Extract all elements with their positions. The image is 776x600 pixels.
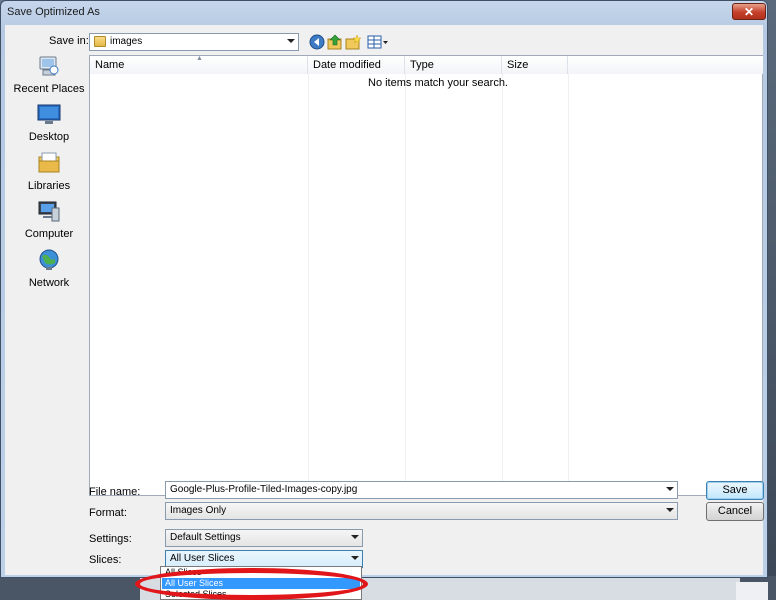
save-dialog: Save Optimized As ✕ Save in: images Rece…	[0, 0, 768, 578]
up-folder-icon[interactable]	[327, 34, 343, 50]
chevron-down-icon	[351, 556, 359, 560]
place-label: Computer	[24, 228, 74, 240]
computer-icon	[38, 201, 60, 222]
file-name-input[interactable]: Google-Plus-Profile-Tiled-Images-copy.jp…	[165, 481, 678, 499]
empty-message: No items match your search.	[368, 77, 508, 89]
chevron-down-icon	[666, 487, 674, 491]
place-label: Libraries	[27, 180, 71, 192]
column-divider	[568, 74, 569, 495]
slices-value: All User Slices	[170, 553, 235, 564]
view-menu-icon[interactable]	[367, 34, 389, 50]
file-list[interactable]: Name ▲ Date modified Type Size No items …	[89, 55, 763, 496]
file-name-label: File name:	[89, 486, 141, 498]
place-label: Desktop	[28, 131, 70, 143]
column-name-label: Name	[95, 59, 125, 71]
column-header-filler	[568, 56, 763, 74]
cancel-button[interactable]: Cancel	[706, 502, 764, 521]
folder-icon	[94, 36, 106, 47]
format-label: Format:	[89, 507, 127, 519]
place-network[interactable]: Network	[9, 249, 89, 295]
column-header-date-modified[interactable]: Date modified	[308, 56, 405, 74]
network-icon	[39, 249, 59, 270]
settings-value: Default Settings	[170, 532, 241, 543]
column-header-type[interactable]: Type	[405, 56, 502, 74]
column-divider	[502, 74, 503, 495]
save-button[interactable]: Save	[706, 481, 764, 500]
column-header-name[interactable]: Name ▲	[90, 55, 308, 74]
column-header-size[interactable]: Size	[502, 56, 568, 74]
title-bar[interactable]: Save Optimized As ✕	[1, 1, 767, 25]
place-label: Recent Places	[13, 83, 85, 95]
places-bar: Recent Places Desktop Libraries Computer…	[9, 55, 89, 575]
dialog-client-area: Save in: images Recent Places Desktop Li…	[5, 25, 764, 575]
chevron-down-icon	[351, 535, 359, 539]
file-name-value: Google-Plus-Profile-Tiled-Images-copy.jp…	[170, 484, 358, 495]
save-in-label: Save in:	[49, 35, 89, 47]
slices-label: Slices:	[89, 554, 122, 566]
close-button[interactable]: ✕	[732, 3, 766, 20]
place-label: Network	[28, 277, 70, 289]
chevron-down-icon	[666, 508, 674, 512]
dialog-title: Save Optimized As	[7, 6, 100, 18]
place-computer[interactable]: Computer	[9, 200, 89, 246]
back-icon[interactable]	[309, 34, 325, 50]
sort-ascending-icon: ▲	[196, 55, 203, 62]
background-app-corner	[736, 582, 768, 600]
format-dropdown[interactable]: Images Only	[165, 502, 678, 520]
column-size-label: Size	[507, 59, 529, 71]
settings-dropdown[interactable]: Default Settings	[165, 529, 363, 547]
place-desktop[interactable]: Desktop	[9, 103, 89, 149]
column-date-label: Date modified	[313, 59, 381, 71]
new-folder-icon[interactable]	[345, 34, 361, 50]
save-in-value: images	[110, 36, 143, 47]
highlight-annotation-ring	[135, 568, 368, 600]
place-recent-places[interactable]: Recent Places	[9, 55, 89, 101]
place-libraries[interactable]: Libraries	[9, 152, 89, 198]
column-type-label: Type	[410, 59, 434, 71]
libraries-icon	[38, 152, 60, 173]
desktop-icon	[37, 104, 61, 124]
settings-label: Settings:	[89, 533, 132, 545]
recent-places-icon	[39, 56, 59, 76]
column-divider	[308, 74, 309, 495]
chevron-down-icon	[287, 39, 295, 43]
format-value: Images Only	[170, 505, 227, 516]
column-divider	[405, 74, 406, 495]
save-in-dropdown[interactable]: images	[89, 33, 299, 51]
